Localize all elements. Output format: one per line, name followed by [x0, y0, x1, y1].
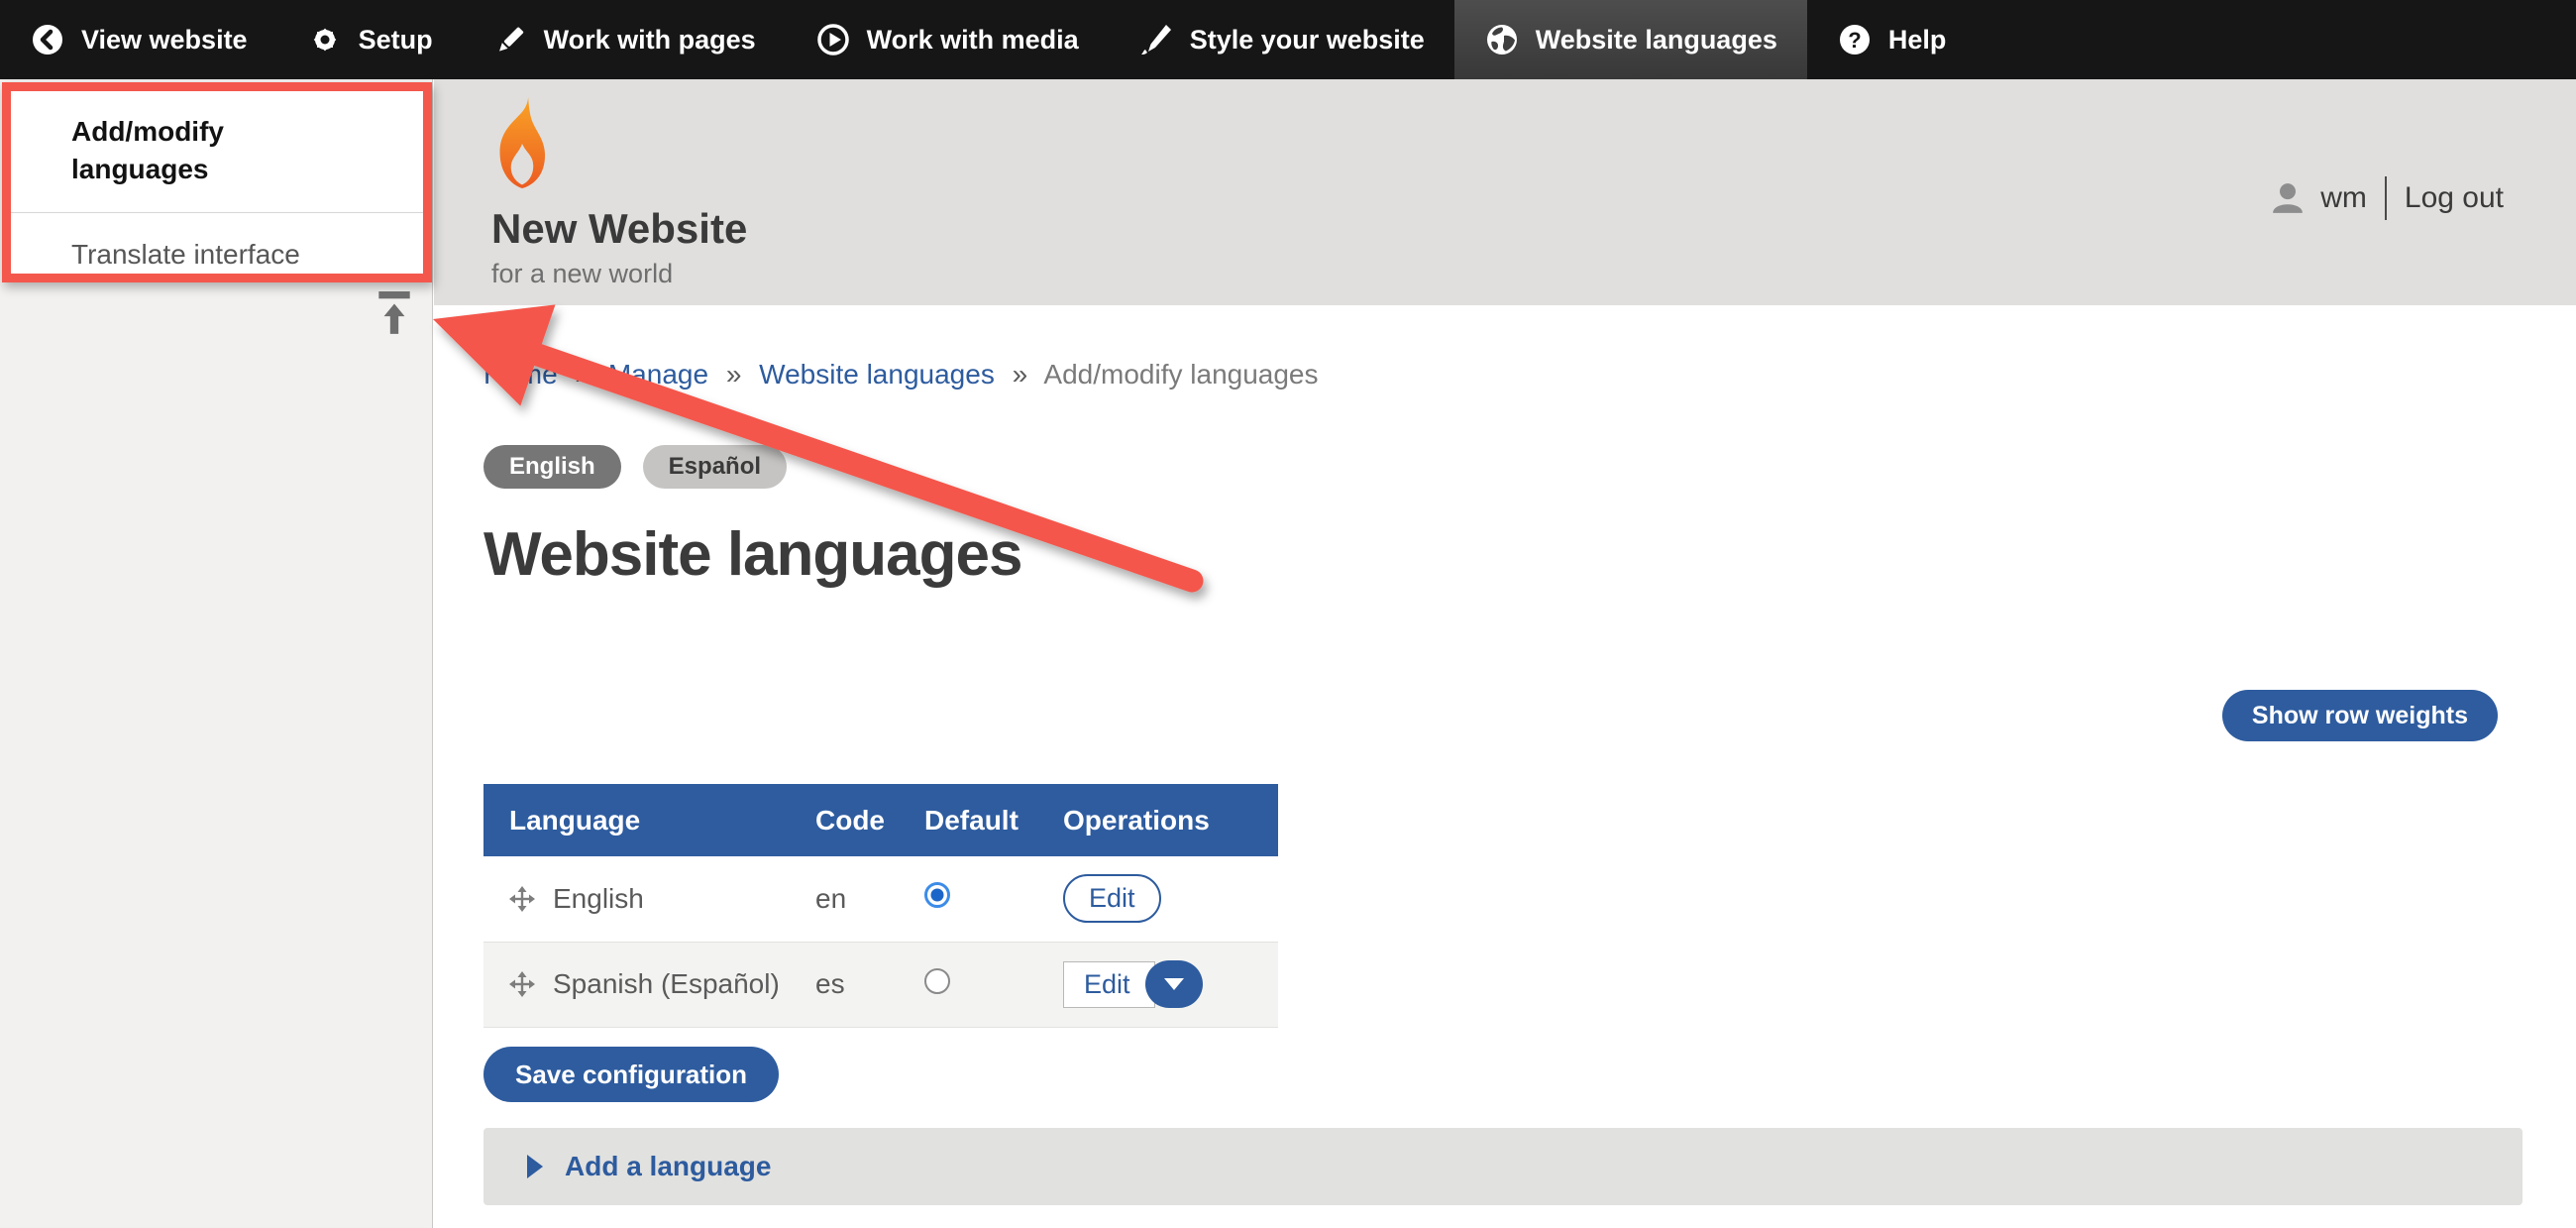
operations-dropdown-toggle[interactable] [1145, 960, 1203, 1008]
column-header-code: Code [790, 784, 899, 856]
question-circle-icon: ? [1837, 22, 1873, 57]
user-divider [2385, 176, 2387, 220]
breadcrumb-separator: » [1013, 359, 1028, 390]
breadcrumb: Home » Manage » Website languages » Add/… [483, 359, 1319, 391]
nav-work-with-media[interactable]: Work with media [786, 0, 1109, 79]
sidebar-item-translate-interface[interactable]: Translate interface [11, 212, 423, 300]
sidebar-item-label: Translate interface [71, 239, 300, 270]
nav-website-languages[interactable]: Website languages [1454, 0, 1807, 79]
play-circle-icon [815, 22, 851, 57]
svg-text:?: ? [1848, 28, 1861, 53]
language-switcher: English Español [483, 445, 787, 489]
language-name: English [553, 883, 644, 915]
globe-icon [1484, 22, 1520, 57]
chevron-left-circle-icon [30, 22, 65, 57]
column-header-default: Default [899, 784, 1037, 856]
username[interactable]: wm [2320, 181, 2367, 215]
site-header: New Website for a new world wm Log out [434, 79, 2576, 305]
drag-handle-icon[interactable] [509, 886, 535, 912]
nav-setup[interactable]: Setup [277, 0, 463, 79]
add-language-label: Add a language [565, 1151, 771, 1182]
flame-logo-icon [491, 97, 553, 188]
site-slogan: for a new world [491, 259, 747, 289]
save-configuration-button[interactable]: Save configuration [483, 1047, 779, 1102]
page-title: Website languages [483, 519, 1021, 590]
language-code: en [790, 856, 899, 942]
breadcrumb-separator: » [575, 359, 590, 390]
add-language-accordion[interactable]: Add a language [483, 1128, 2522, 1205]
secondary-sidebar: Add/modify languages Translate interface [0, 79, 433, 1228]
nav-label: Work with pages [544, 25, 756, 56]
caret-down-icon [1164, 978, 1184, 990]
nav-label: Work with media [867, 25, 1079, 56]
sidebar-item-add-modify-languages[interactable]: Add/modify languages [11, 91, 423, 212]
nav-label: View website [81, 25, 248, 56]
logout-link[interactable]: Log out [2405, 181, 2504, 215]
sidebar-collapse-button[interactable] [378, 291, 410, 337]
language-badge-english[interactable]: English [483, 445, 621, 489]
table-row-spanish: Spanish (Español) es Edit [483, 942, 1278, 1027]
user-icon [2273, 182, 2303, 214]
language-badge-espanol[interactable]: Español [643, 445, 787, 489]
table-header-row: Language Code Default Operations [483, 784, 1278, 856]
admin-toolbar: View website Setup Work with pages Work … [0, 0, 2576, 79]
site-branding[interactable]: New Website for a new world [491, 97, 747, 289]
sidebar-item-label: Add/modify languages [71, 113, 269, 188]
site-name[interactable]: New Website [491, 205, 747, 253]
breadcrumb-current: Add/modify languages [1043, 359, 1318, 390]
breadcrumb-manage[interactable]: Manage [608, 359, 708, 390]
paintbrush-icon [1138, 22, 1174, 57]
nav-style-your-website[interactable]: Style your website [1109, 0, 1454, 79]
drag-handle-icon[interactable] [509, 971, 535, 997]
breadcrumb-home[interactable]: Home [483, 359, 558, 390]
gear-icon [307, 22, 343, 57]
column-header-operations: Operations [1037, 784, 1278, 856]
nav-label: Help [1888, 25, 1947, 56]
default-radio-english[interactable] [924, 882, 950, 908]
language-name: Spanish (Español) [553, 968, 780, 1000]
default-radio-spanish[interactable] [924, 968, 950, 994]
table-row-english: English en Edit [483, 856, 1278, 942]
nav-label: Style your website [1190, 25, 1425, 56]
languages-table: Language Code Default Operations [483, 784, 1278, 1028]
column-header-language: Language [483, 784, 790, 856]
edit-button-english[interactable]: Edit [1063, 874, 1161, 923]
operations-split-button: Edit [1063, 960, 1203, 1008]
main-region: New Website for a new world wm Log out H… [434, 79, 2576, 1228]
nav-work-with-pages[interactable]: Work with pages [463, 0, 786, 79]
collapsed-triangle-icon [527, 1155, 543, 1178]
edit-button-spanish[interactable]: Edit [1063, 961, 1155, 1008]
show-row-weights-button[interactable]: Show row weights [2222, 690, 2498, 741]
collapse-up-icon [378, 291, 410, 337]
nav-label: Website languages [1536, 25, 1777, 56]
nav-label: Setup [359, 25, 433, 56]
nav-help[interactable]: ? Help [1807, 0, 1977, 79]
nav-view-website[interactable]: View website [0, 0, 277, 79]
breadcrumb-website-languages[interactable]: Website languages [759, 359, 995, 390]
pencil-icon [492, 22, 528, 57]
user-account-area: wm Log out [2273, 174, 2504, 222]
language-code: es [790, 942, 899, 1027]
breadcrumb-separator: » [726, 359, 742, 390]
sidebar-menu-highlight-box: Add/modify languages Translate interface [2, 82, 432, 282]
